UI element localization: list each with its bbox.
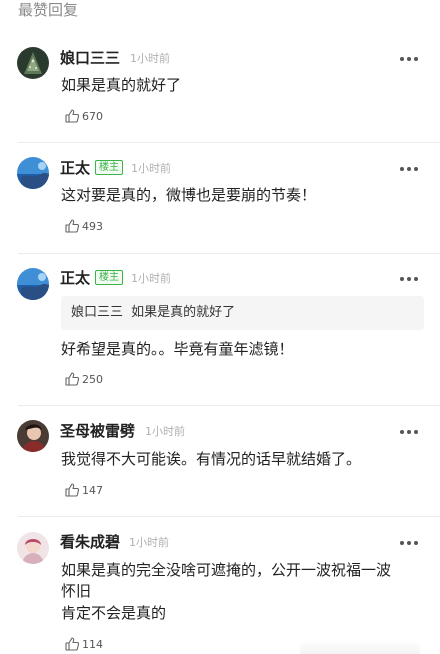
username[interactable]: 看朱成碧 bbox=[60, 532, 120, 552]
username[interactable]: 圣母被雷劈 bbox=[60, 421, 135, 441]
timestamp: 1小时前 bbox=[130, 52, 170, 65]
quoted-user[interactable]: 娘口三三 bbox=[71, 305, 123, 320]
like-count: 493 bbox=[82, 219, 103, 233]
like-icon bbox=[65, 483, 80, 497]
like-count: 114 bbox=[82, 637, 103, 651]
username[interactable]: 正太 bbox=[60, 268, 90, 288]
divider bbox=[18, 405, 440, 406]
author-badge: 楼主 bbox=[95, 160, 123, 175]
avatar[interactable] bbox=[17, 532, 49, 564]
avatar[interactable] bbox=[17, 420, 49, 452]
avatar[interactable] bbox=[17, 47, 49, 79]
more-icon[interactable] bbox=[400, 276, 418, 282]
comment-text: 我觉得不大可能诶。有情况的话早就结婚了。 bbox=[61, 450, 362, 468]
like-icon bbox=[65, 637, 80, 651]
like-button[interactable]: 670 bbox=[64, 107, 103, 125]
like-button[interactable]: 114 bbox=[64, 635, 103, 653]
divider bbox=[18, 142, 440, 143]
like-button[interactable]: 493 bbox=[64, 217, 103, 235]
timestamp: 1小时前 bbox=[145, 425, 185, 438]
divider bbox=[18, 253, 440, 254]
section-title: 最赞回复 bbox=[18, 1, 79, 19]
avatar[interactable] bbox=[17, 268, 49, 300]
like-count: 670 bbox=[82, 109, 103, 123]
comment-text: 这对要是真的，微博也是要崩的节奏！ bbox=[61, 186, 317, 204]
divider bbox=[18, 516, 440, 517]
timestamp: 1小时前 bbox=[131, 272, 171, 285]
comment-text-line: 怀旧 bbox=[61, 582, 92, 600]
like-button[interactable]: 147 bbox=[64, 481, 103, 499]
more-icon[interactable] bbox=[400, 56, 418, 62]
quoted-text: 如果是真的就好了 bbox=[131, 305, 236, 320]
more-icon[interactable] bbox=[400, 429, 418, 435]
author-badge: 楼主 bbox=[95, 270, 123, 285]
avatar[interactable] bbox=[17, 157, 49, 189]
timestamp: 1小时前 bbox=[131, 162, 171, 175]
like-icon bbox=[65, 372, 80, 386]
like-icon bbox=[65, 219, 80, 233]
comment-text: 好希望是真的。。毕竟有童年滤镜！ bbox=[61, 340, 294, 358]
timestamp: 1小时前 bbox=[129, 536, 169, 549]
like-button[interactable]: 250 bbox=[64, 370, 103, 388]
like-count: 250 bbox=[82, 372, 103, 386]
like-count: 147 bbox=[82, 483, 103, 497]
comment-text: 如果是真的就好了 bbox=[61, 76, 182, 94]
comment-text-line: 肯定不会是真的 bbox=[61, 604, 167, 622]
more-icon[interactable] bbox=[400, 540, 418, 546]
like-icon bbox=[65, 109, 80, 123]
username[interactable]: 娘口三三 bbox=[60, 48, 120, 68]
more-icon[interactable] bbox=[400, 166, 418, 172]
comment-text-line: 如果是真的完全没啥可遮掩的，公开一波祝福一波 bbox=[61, 561, 392, 579]
floating-bar-edge bbox=[300, 640, 420, 654]
quoted-reply[interactable]: 娘口三三 如果是真的就好了 bbox=[61, 296, 424, 330]
username[interactable]: 正太 bbox=[60, 158, 90, 178]
